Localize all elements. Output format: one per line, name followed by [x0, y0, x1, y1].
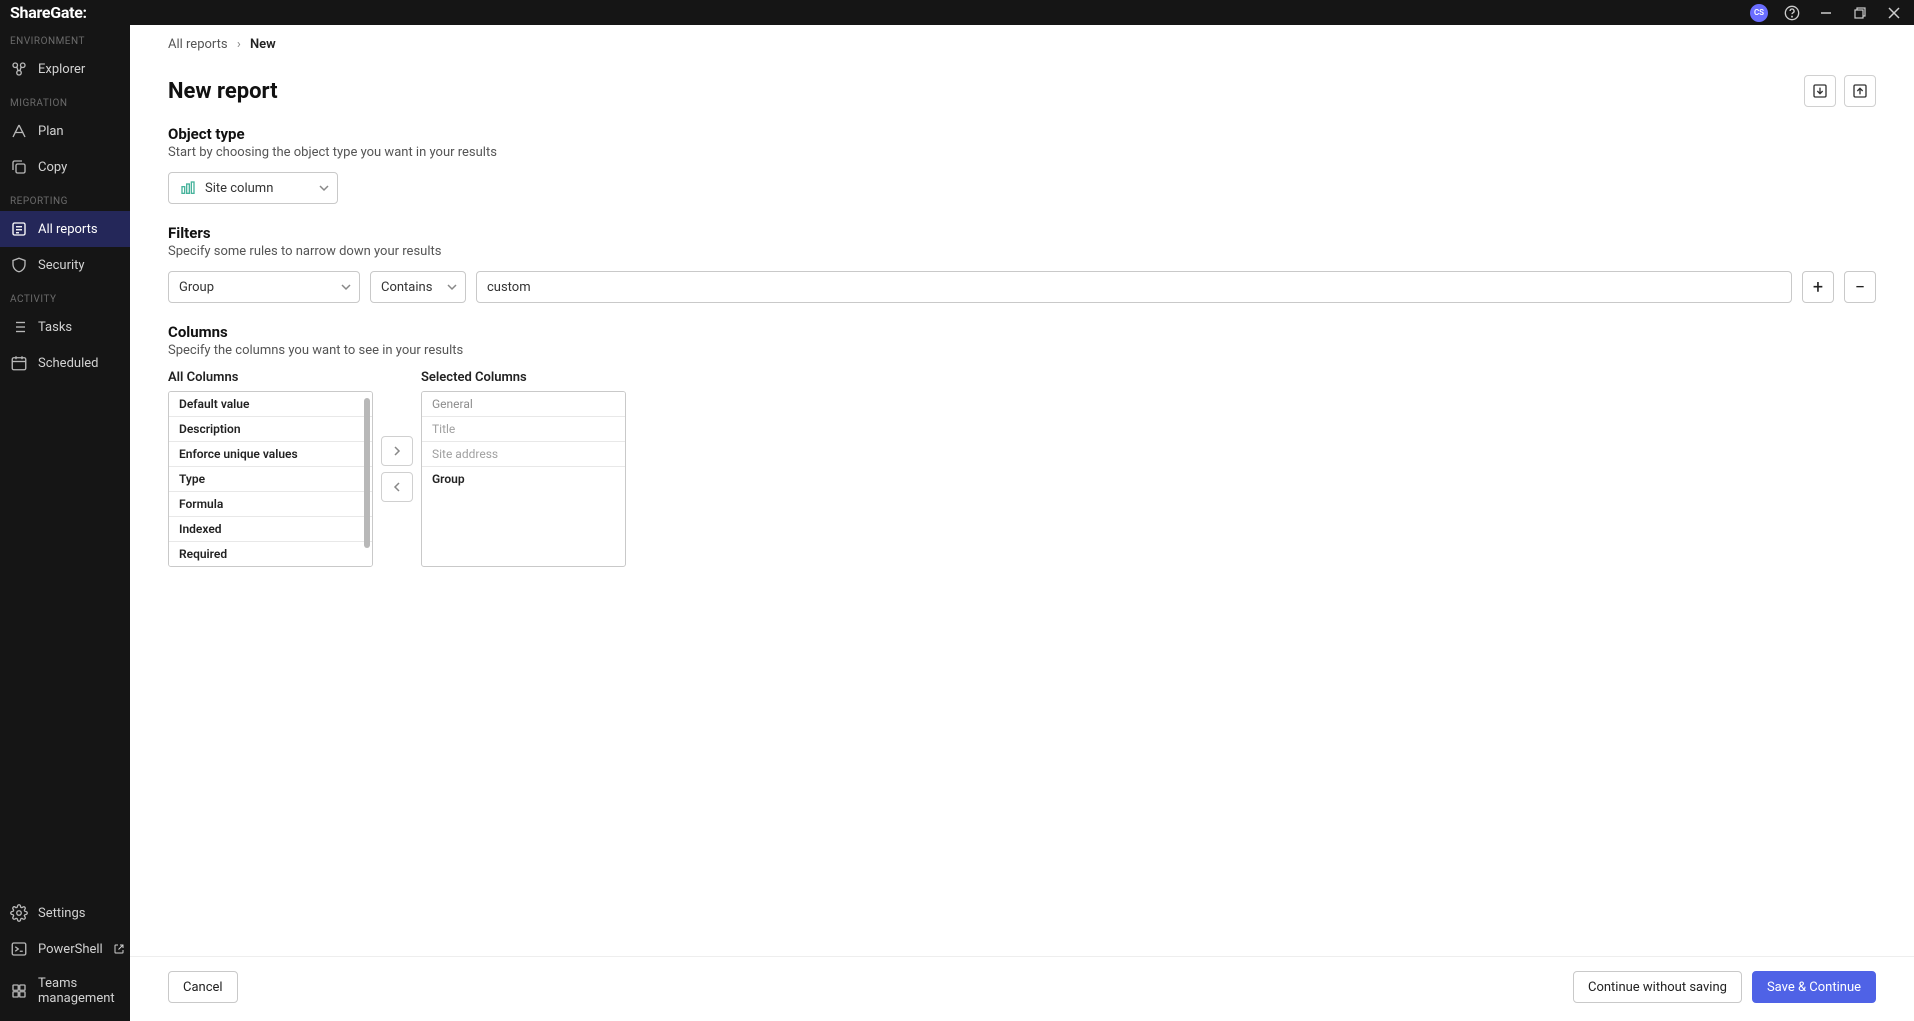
column-option[interactable]: Enforce unique values	[169, 442, 372, 467]
help-icon[interactable]	[1782, 3, 1802, 23]
sidebar-item-label: Security	[38, 258, 85, 273]
breadcrumb-current: New	[250, 37, 276, 52]
add-filter-button[interactable]: +	[1802, 271, 1834, 303]
sidebar-section-label: MIGRATION	[0, 87, 130, 113]
reports-icon	[10, 220, 28, 238]
sidebar-item-powershell[interactable]: PowerShell	[0, 931, 130, 967]
sidebar-section-label: REPORTING	[0, 185, 130, 211]
teams-icon	[10, 982, 28, 1000]
column-option[interactable]: Indexed	[169, 517, 372, 542]
selected-columns-list[interactable]: GeneralTitleSite addressGroup	[421, 391, 626, 567]
cancel-button[interactable]: Cancel	[168, 971, 238, 1003]
sidebar-item-label: Plan	[38, 124, 64, 139]
sidebar-item-label: Teams management	[38, 976, 120, 1006]
all-columns-label: All Columns	[168, 370, 373, 385]
footer: Cancel Continue without saving Save & Co…	[130, 956, 1914, 1021]
column-option[interactable]: Default value	[169, 392, 372, 417]
column-selected: Title	[422, 417, 625, 442]
columns-section: Columns Specify the columns you want to …	[168, 323, 1876, 567]
filter-operator-value: Contains	[381, 280, 432, 295]
powershell-icon	[10, 940, 28, 958]
sidebar-item-copy[interactable]: Copy	[0, 149, 130, 185]
sidebar-item-settings[interactable]: Settings	[0, 895, 130, 931]
filter-row: Group Contains + −	[168, 271, 1876, 303]
columns-title: Columns	[168, 323, 1876, 341]
filter-field-select[interactable]: Group	[168, 271, 360, 303]
sidebar-item-label: Tasks	[38, 320, 72, 335]
site-column-icon	[179, 179, 197, 197]
copy-icon	[10, 158, 28, 176]
chevron-down-icon	[319, 183, 329, 193]
column-selected: Site address	[422, 442, 625, 467]
save-continue-button[interactable]: Save & Continue	[1752, 971, 1876, 1003]
sidebar-section-label: ACTIVITY	[0, 283, 130, 309]
sidebar-section-label: ENVIRONMENT	[0, 25, 130, 51]
sidebar-item-tasks[interactable]: Tasks	[0, 309, 130, 345]
sidebar-item-explorer[interactable]: Explorer	[0, 51, 130, 87]
brand-logo: ShareGate:	[10, 3, 87, 22]
scheduled-icon	[10, 354, 28, 372]
chevron-down-icon	[341, 282, 351, 292]
user-avatar[interactable]: CS	[1750, 4, 1768, 22]
object-type-select[interactable]: Site column	[168, 172, 338, 204]
chevron-down-icon	[447, 282, 457, 292]
all-columns-panel: All Columns Default valueDescriptionEnfo…	[168, 370, 373, 567]
sidebar-item-security[interactable]: Security	[0, 247, 130, 283]
all-columns-list[interactable]: Default valueDescriptionEnforce unique v…	[168, 391, 373, 567]
breadcrumb: All reports › New	[130, 25, 1914, 61]
close-icon[interactable]	[1884, 3, 1904, 23]
sidebar-item-plan[interactable]: Plan	[0, 113, 130, 149]
security-icon	[10, 256, 28, 274]
page-title: New report	[168, 79, 278, 104]
selected-columns-panel: Selected Columns GeneralTitleSite addres…	[421, 370, 626, 567]
selected-columns-label: Selected Columns	[421, 370, 626, 385]
filter-field-value: Group	[179, 280, 214, 295]
continue-without-saving-button[interactable]: Continue without saving	[1573, 971, 1742, 1003]
scrollbar[interactable]	[362, 392, 372, 566]
explorer-icon	[10, 60, 28, 78]
sidebar-item-all-reports[interactable]: All reports	[0, 211, 130, 247]
sidebar-item-label: Copy	[38, 160, 67, 175]
breadcrumb-root[interactable]: All reports	[168, 37, 228, 52]
external-link-icon	[113, 943, 125, 955]
settings-icon	[10, 904, 28, 922]
remove-filter-button[interactable]: −	[1844, 271, 1876, 303]
filter-value-input[interactable]	[476, 271, 1792, 303]
sidebar-item-label: PowerShell	[38, 942, 103, 957]
object-type-section: Object type Start by choosing the object…	[168, 125, 1876, 204]
chevron-right-icon: ›	[237, 37, 241, 52]
sidebar-item-label: Scheduled	[38, 356, 98, 371]
main-panel: All reports › New New report Object type…	[130, 25, 1914, 1021]
move-left-button[interactable]	[381, 472, 413, 502]
column-option[interactable]: Description	[169, 417, 372, 442]
sidebar-item-label: All reports	[38, 222, 98, 237]
column-category: General	[422, 392, 625, 417]
sidebar-item-scheduled[interactable]: Scheduled	[0, 345, 130, 381]
titlebar: ShareGate: CS	[0, 0, 1914, 25]
export-button[interactable]	[1844, 75, 1876, 107]
object-type-value: Site column	[205, 181, 273, 196]
column-option[interactable]: Type	[169, 467, 372, 492]
object-type-title: Object type	[168, 125, 1876, 143]
column-option[interactable]: Required	[169, 542, 372, 566]
sidebar-item-label: Settings	[38, 906, 85, 921]
tasks-icon	[10, 318, 28, 336]
column-selected[interactable]: Group	[422, 467, 625, 491]
move-right-button[interactable]	[381, 436, 413, 466]
minimize-icon[interactable]	[1816, 3, 1836, 23]
sidebar: ENVIRONMENT Explorer MIGRATION Plan Copy REPO…	[0, 25, 130, 1021]
object-type-desc: Start by choosing the object type you wa…	[168, 145, 1876, 160]
filter-operator-select[interactable]: Contains	[370, 271, 466, 303]
columns-desc: Specify the columns you want to see in y…	[168, 343, 1876, 358]
import-button[interactable]	[1804, 75, 1836, 107]
plan-icon	[10, 122, 28, 140]
sidebar-item-label: Explorer	[38, 62, 85, 77]
sidebar-item-teams-management[interactable]: Teams management	[0, 967, 130, 1015]
maximize-icon[interactable]	[1850, 3, 1870, 23]
column-option[interactable]: Formula	[169, 492, 372, 517]
filters-title: Filters	[168, 224, 1876, 242]
filters-desc: Specify some rules to narrow down your r…	[168, 244, 1876, 259]
filters-section: Filters Specify some rules to narrow dow…	[168, 224, 1876, 303]
